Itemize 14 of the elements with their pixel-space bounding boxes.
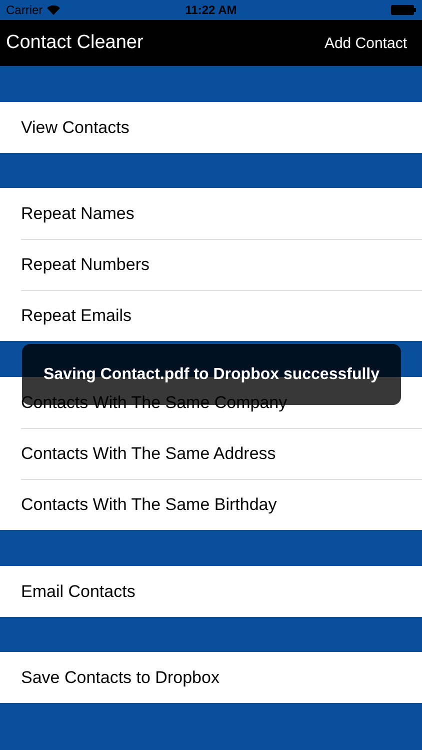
nav-title: Contact Cleaner [6,32,144,54]
menu-item[interactable]: Contacts With The Same Address [21,444,276,464]
menu-item[interactable]: Contacts With The Same Birthday [21,494,277,514]
menu-item[interactable]: Save Contacts to Dropbox [21,668,220,688]
battery-icon [391,5,416,15]
clock-time: 11:22 AM [185,3,237,17]
carrier-label: Carrier [6,3,43,17]
menu-item[interactable]: View Contacts [21,118,130,138]
menu-item[interactable]: Repeat Names [21,204,134,224]
menu-item[interactable]: Repeat Numbers [21,254,150,274]
add-contact-button[interactable]: Add Contact [324,34,407,52]
wifi-icon [46,5,60,15]
menu-item[interactable]: Email Contacts [21,582,136,602]
menu-item[interactable]: Repeat Emails [21,306,132,326]
